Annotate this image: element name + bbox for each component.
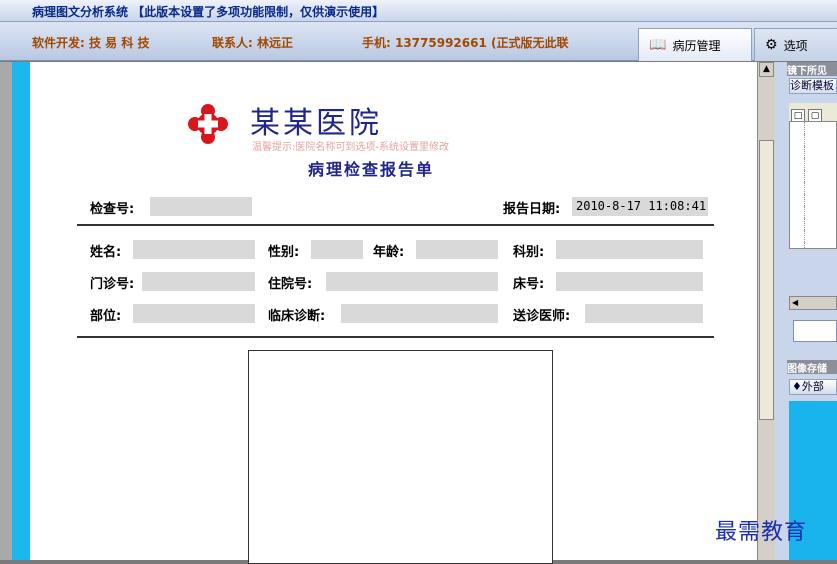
tab-medical-records[interactable]: 📖 病历管理 (638, 28, 752, 61)
pathology-image-frame[interactable] (248, 350, 553, 564)
outpatient-no-label: 门诊号: (90, 277, 135, 292)
tree-horizontal-scrollbar[interactable]: ◀ (789, 296, 837, 310)
image-storage-header: 图像存储 (787, 360, 837, 374)
list-item[interactable]: 横 (804, 134, 836, 146)
site-field[interactable] (133, 304, 255, 323)
divider-bottom (77, 336, 714, 338)
scroll-left-icon[interactable]: ◀ (792, 298, 798, 307)
window-title: 病理图文分析系统 【此版本设置了多项功能限制，仅供演示使用】 (32, 5, 385, 19)
gender-label: 性别: (268, 245, 300, 260)
list-item[interactable]: 甲 (804, 182, 836, 194)
age-label: 年龄: (373, 245, 405, 260)
scroll-up-icon[interactable]: ▲ (759, 62, 774, 77)
window-title-bar: 病理图文分析系统 【此版本设置了多项功能限制，仅供演示使用】 (0, 0, 837, 22)
external-button-label: 外部 (801, 380, 824, 393)
exam-no-label: 检查号: (90, 202, 135, 217)
contact-info: 联系人: 林远正 (212, 36, 293, 50)
list-item[interactable]: 甲 (804, 206, 836, 218)
list-item[interactable]: 甲 (804, 158, 836, 170)
bed-no-field[interactable] (556, 272, 703, 291)
template-toolbar: □ ▢ (789, 103, 837, 123)
site-label: 部位: (90, 309, 122, 324)
report-date-label: 报告日期: (503, 202, 561, 217)
arrow-icon: ♦ (792, 380, 802, 393)
report-date-field[interactable]: 2010-8-17 11:08:41 (572, 197, 708, 216)
tab-options[interactable]: ⚙ 选项 (754, 28, 837, 61)
clinical-diagnosis-label: 临床诊断: (268, 309, 326, 324)
department-field[interactable] (556, 240, 703, 259)
inpatient-no-label: 住院号: (268, 277, 313, 292)
age-field[interactable] (416, 240, 498, 259)
divider-top (77, 224, 714, 226)
diagnosis-template-button[interactable]: 诊断模板 (789, 78, 837, 94)
report-scrollbar[interactable]: ▲ (757, 62, 775, 560)
referring-doctor-field[interactable] (585, 304, 703, 323)
developer-info: 软件开发: 技 易 科 技 (32, 36, 150, 50)
name-label: 姓名: (90, 245, 122, 260)
template-tree-list[interactable]: 甲 横 甲 甲 甲 甲 甲 甲 周 横 周 (789, 121, 837, 249)
tab-bar: 📖 病历管理 ⚙ 选项 (632, 28, 837, 61)
inpatient-no-field[interactable] (326, 272, 498, 291)
hospital-name-hint: 温馨提示:医院名称可到选项-系统设置里修改 (252, 142, 449, 153)
template-search-field[interactable] (793, 320, 837, 342)
list-item[interactable]: 横 (804, 230, 836, 242)
list-item[interactable]: 甲 (804, 194, 836, 206)
exam-no-field[interactable] (150, 197, 252, 216)
scroll-thumb[interactable] (759, 140, 774, 420)
tab-medical-records-label: 病历管理 (672, 38, 721, 53)
clinical-diagnosis-field[interactable] (341, 304, 498, 323)
external-button[interactable]: ♦外部 (789, 379, 837, 395)
microscopic-findings-header: 镜下所见 (787, 62, 837, 76)
list-item[interactable]: 甲 (804, 170, 836, 182)
phone-info: 手机: 13775992661 (正式版无此联 (362, 36, 569, 50)
list-item[interactable]: 周 (804, 218, 836, 230)
hospital-cross-logo-icon (188, 104, 228, 144)
hospital-name: 某某医院 (250, 106, 382, 141)
left-gutter (0, 62, 12, 560)
gears-icon: ⚙ (765, 37, 778, 53)
list-item[interactable]: 周 (804, 242, 836, 248)
report-title: 病理检查报告单 (308, 160, 435, 179)
list-item[interactable]: 甲 (804, 122, 836, 134)
watermark-text: 最需教育 (715, 520, 808, 545)
department-label: 科别: (513, 245, 545, 260)
left-accent-stripe (12, 62, 30, 560)
outpatient-no-field[interactable] (142, 272, 255, 291)
name-field[interactable] (133, 240, 255, 259)
bed-no-label: 床号: (513, 277, 545, 292)
list-item[interactable]: 甲 (804, 146, 836, 158)
tab-options-label: 选项 (783, 38, 808, 53)
referring-doctor-label: 送诊医师: (513, 309, 571, 324)
book-icon: 📖 (649, 37, 667, 53)
gender-field[interactable] (311, 240, 363, 259)
